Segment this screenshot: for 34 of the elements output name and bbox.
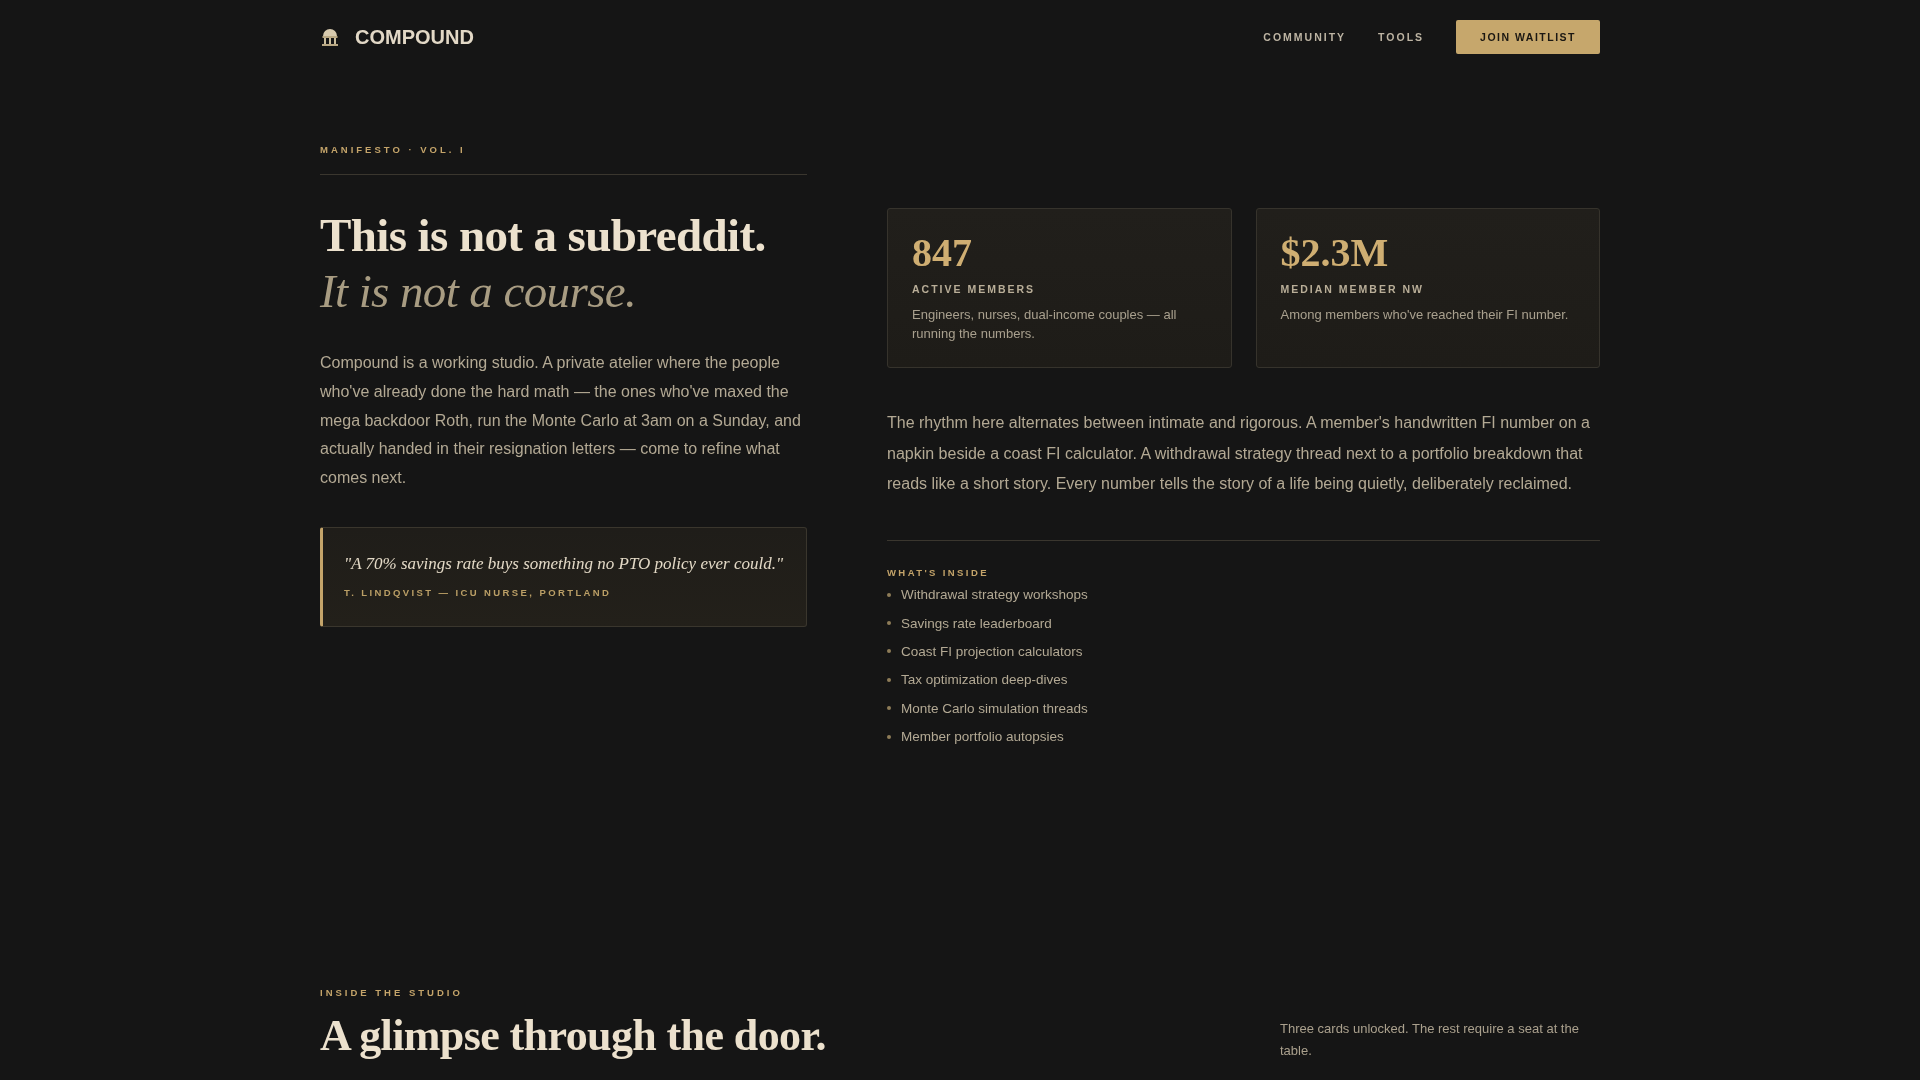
stat-label: MEDIAN MEMBER NW	[1280, 282, 1425, 296]
quote-text: "A 70% savings rate buys something no PTO policy ever could."	[344, 553, 785, 575]
list-item-text: Monte Carlo simulation threads	[901, 700, 1088, 716]
list-item-text: Savings rate leaderboard	[901, 615, 1052, 631]
section-eyebrow: INSIDE THE STUDIO	[320, 986, 463, 999]
stat-description: Among members who've reached their FI number.	[1280, 306, 1570, 324]
bullet-dot-icon	[887, 621, 891, 626]
section-note: Three cards unlocked. The rest require a seat at the table.	[1280, 1019, 1580, 1060]
stat-value: 847	[912, 231, 973, 275]
list-item-text: Member portfolio autopsies	[901, 729, 1064, 745]
subheadline: It is not a course.	[320, 264, 638, 319]
section-eyebrow: MANIFESTO · VOL. I	[320, 144, 466, 156]
bullet-dot-icon	[887, 706, 891, 711]
bullet-dot-icon	[887, 592, 891, 597]
headline: This is not a subreddit.	[320, 208, 767, 263]
logo-wordmark[interactable]: COMPOUND	[355, 25, 474, 49]
intro-paragraph: Compound is a working studio. A private atelier where the people who've already done the hard math — the ones who've maxed the mega backdoor Roth, run the Monte Carlo at 3am on a Sunday, and actually handed in their resignation letters — come to refine what comes next.	[320, 353, 802, 489]
stat-value: $2.3M	[1280, 231, 1390, 275]
rhythm-paragraph: The rhythm here alternates between intimate and rigorous. A member's handwritten FI number on a napkin beside a coast FI calculator. A withdrawal strategy thread next to a portfolio breakdown that reads like a short story. Every number tells the story of a life being quietly, deliberately reclaimed.	[887, 413, 1591, 494]
bullet-dot-icon	[887, 677, 891, 682]
list-item-text: Tax optimization deep-dives	[901, 672, 1068, 688]
stat-description: Engineers, nurses, dual-income couples — all running the numbers.	[912, 306, 1178, 343]
section-headline: A glimpse through the door.	[320, 1009, 826, 1062]
list-item-text: Coast FI projection calculators	[901, 643, 1083, 659]
stat-label: ACTIVE MEMBERS	[912, 282, 1037, 296]
quote-attribution: T. LINDQVIST — ICU NURSE, PORTLAND	[344, 586, 613, 600]
list-item-text: Withdrawal strategy workshops	[901, 587, 1088, 603]
domed-building-icon	[320, 27, 340, 47]
list-heading: WHAT'S INSIDE	[887, 566, 989, 579]
join-waitlist-button[interactable]: JOIN WAITLIST	[1456, 20, 1600, 54]
nav-link[interactable]: COMMUNITY	[1263, 31, 1347, 43]
nav-link[interactable]: TOOLS	[1378, 31, 1425, 43]
bullet-dot-icon	[887, 649, 891, 654]
bullet-dot-icon	[887, 734, 891, 739]
